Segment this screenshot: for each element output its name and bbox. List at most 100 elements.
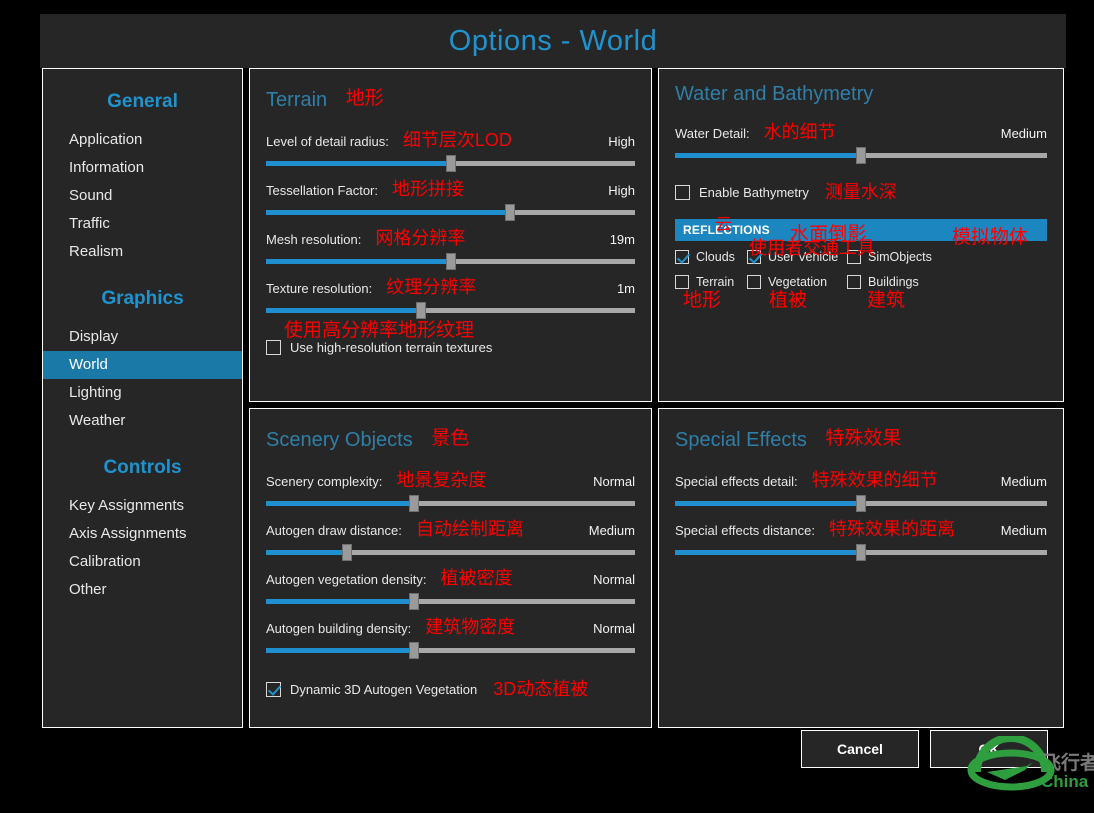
slider-thumb[interactable] (409, 593, 419, 610)
high-res-terrain-textures-label-cn: 使用高分辨率地形纹理 (284, 321, 474, 340)
checkbox-high-res-terrain-textures[interactable] (266, 340, 281, 355)
watermark-text-en: China Flier (1041, 772, 1094, 792)
texture-resolution-slider[interactable] (266, 302, 635, 318)
mesh-resolution-row: Mesh resolution: 网格分辨率 19m (266, 229, 635, 247)
water-panel-title: Water and Bathymetry (675, 83, 873, 106)
reflection-vegetation-row[interactable]: Vegetation (747, 275, 847, 289)
dynamic-3d-autogen-vegetation-row[interactable]: Dynamic 3D Autogen Vegetation 3D动态植被 (266, 680, 635, 698)
cancel-button[interactable]: Cancel (801, 730, 919, 768)
slider-fill (266, 259, 451, 264)
dynamic-3d-autogen-vegetation-label-cn: 3D动态植被 (493, 680, 588, 698)
lod-radius-label: Level of detail radius: (266, 134, 389, 149)
slider-thumb[interactable] (409, 495, 419, 512)
sidebar-item-information[interactable]: Information (43, 154, 242, 182)
scenery-complexity-row: Scenery complexity: 地景复杂度 Normal (266, 471, 635, 489)
special-effects-detail-row: Special effects detail: 特殊效果的细节 Medium (675, 471, 1047, 489)
sidebar-group-title-general: General (43, 91, 242, 113)
sidebar-item-weather[interactable]: Weather (43, 407, 242, 435)
special-effects-detail-label: Special effects detail: (675, 474, 798, 489)
special-effects-distance-slider[interactable] (675, 544, 1047, 560)
lod-radius-slider[interactable] (266, 155, 635, 171)
scenery-complexity-slider[interactable] (266, 495, 635, 511)
sidebar-item-axis-assignments[interactable]: Axis Assignments (43, 520, 242, 548)
lod-radius-row: Level of detail radius: 细节层次LOD High (266, 131, 635, 149)
sidebar-item-display[interactable]: Display (43, 323, 242, 351)
scenery-objects-panel: Scenery Objects 景色 Scenery complexity: 地… (249, 408, 652, 728)
reflection-clouds-row[interactable]: Clouds (675, 250, 747, 264)
high-res-terrain-textures-label: Use high-resolution terrain textures (290, 340, 492, 355)
checkbox-reflection-buildings[interactable] (847, 275, 861, 289)
slider-thumb[interactable] (856, 544, 866, 561)
enable-bathymetry-row[interactable]: Enable Bathymetry 测量水深 (675, 183, 1047, 201)
autogen-draw-distance-slider[interactable] (266, 544, 635, 560)
sidebar-item-sound[interactable]: Sound (43, 182, 242, 210)
special-effects-distance-row: Special effects distance: 特殊效果的距离 Medium (675, 520, 1047, 538)
autogen-building-density-label-cn: 建筑物密度 (425, 618, 515, 636)
slider-thumb[interactable] (416, 302, 426, 319)
checkbox-reflection-clouds[interactable] (675, 250, 689, 264)
mesh-resolution-value: 19m (610, 232, 635, 247)
checkbox-reflection-vegetation[interactable] (747, 275, 761, 289)
terrain-panel-title-cn: 地形 (346, 83, 384, 110)
reflection-simobjects-label: SimObjects (868, 250, 932, 264)
checkbox-reflection-terrain[interactable] (675, 275, 689, 289)
slider-thumb[interactable] (342, 544, 352, 561)
sidebar-item-other[interactable]: Other (43, 576, 242, 604)
ok-button[interactable]: OK (930, 730, 1048, 768)
slider-fill (266, 161, 451, 166)
sidebar-item-realism[interactable]: Realism (43, 238, 242, 266)
special-effects-detail-value: Medium (1001, 474, 1047, 489)
lod-radius-value: High (608, 134, 635, 149)
slider-fill (675, 550, 861, 555)
tessellation-value: High (608, 183, 635, 198)
special-effects-distance-label-cn: 特殊效果的距离 (829, 520, 955, 538)
terrain-panel-title: Terrain (266, 89, 327, 112)
sidebar-item-lighting[interactable]: Lighting (43, 379, 242, 407)
water-bathymetry-panel: Water and Bathymetry Water Detail: 水的细节 … (658, 68, 1064, 402)
slider-thumb[interactable] (446, 155, 456, 172)
slider-thumb[interactable] (446, 253, 456, 270)
sidebar-item-traffic[interactable]: Traffic (43, 210, 242, 238)
enable-bathymetry-label-cn: 测量水深 (825, 183, 897, 201)
reflection-buildings-label-cn: 建筑 (867, 291, 905, 310)
reflection-buildings-row[interactable]: Buildings (847, 275, 1047, 289)
special-effects-detail-slider[interactable] (675, 495, 1047, 511)
sidebar-item-application[interactable]: Application (43, 126, 242, 154)
reflection-terrain-row[interactable]: Terrain (675, 275, 747, 289)
effects-panel-title-cn: 特殊效果 (825, 423, 901, 450)
sidebar-group-title-controls: Controls (43, 457, 242, 479)
sidebar-item-world[interactable]: World (43, 351, 242, 379)
slider-fill (266, 308, 421, 313)
mesh-resolution-label-cn: 网格分辨率 (375, 229, 465, 247)
scenery-panel-title-cn: 景色 (431, 423, 469, 450)
sidebar-item-key-assignments[interactable]: Key Assignments (43, 492, 242, 520)
autogen-building-density-row: Autogen building density: 建筑物密度 Normal (266, 618, 635, 636)
water-detail-label: Water Detail: (675, 126, 750, 141)
reflection-clouds-label-cn: 云 (715, 216, 732, 233)
water-detail-row: Water Detail: 水的细节 Medium (675, 123, 1047, 141)
watermark-text-cn: 飞行者联盟 (1042, 748, 1094, 775)
high-res-terrain-textures-row[interactable]: Use high-resolution terrain textures (266, 340, 635, 355)
slider-thumb[interactable] (409, 642, 419, 659)
terrain-panel: Terrain 地形 Level of detail radius: 细节层次L… (249, 68, 652, 402)
tessellation-row: Tessellation Factor: 地形拼接 High (266, 180, 635, 198)
mesh-resolution-label: Mesh resolution: (266, 232, 361, 247)
slider-fill (675, 501, 861, 506)
texture-resolution-label: Texture resolution: (266, 281, 372, 296)
slider-thumb[interactable] (505, 204, 515, 221)
tessellation-slider[interactable] (266, 204, 635, 220)
checkbox-enable-bathymetry[interactable] (675, 185, 690, 200)
checkbox-dynamic-3d-autogen-vegetation[interactable] (266, 682, 281, 697)
tessellation-label-cn: 地形拼接 (392, 180, 464, 198)
scenery-complexity-label: Scenery complexity: (266, 474, 382, 489)
slider-thumb[interactable] (856, 147, 866, 164)
autogen-building-density-slider[interactable] (266, 642, 635, 658)
options-dialog: Options - World General Application Info… (40, 14, 1066, 784)
water-detail-slider[interactable] (675, 147, 1047, 163)
sidebar-item-calibration[interactable]: Calibration (43, 548, 242, 576)
autogen-draw-distance-label: Autogen draw distance: (266, 523, 402, 538)
mesh-resolution-slider[interactable] (266, 253, 635, 269)
reflection-simobjects-row[interactable]: SimObjects (847, 250, 1047, 264)
autogen-vegetation-density-slider[interactable] (266, 593, 635, 609)
slider-thumb[interactable] (856, 495, 866, 512)
